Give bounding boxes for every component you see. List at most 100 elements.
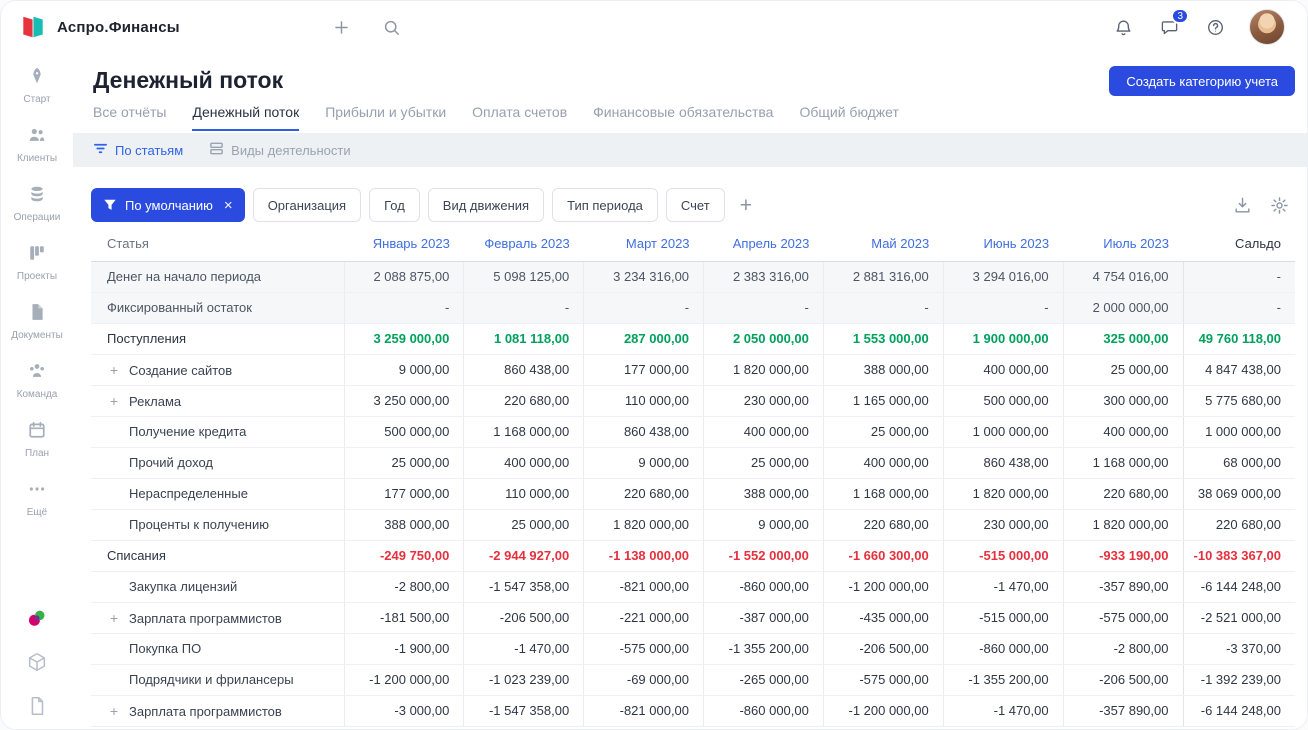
row-label: Покупка ПО: [91, 633, 344, 665]
filter-chip-0[interactable]: Организация: [252, 188, 362, 222]
row-label[interactable]: + Зарплата программистов: [91, 602, 344, 634]
cell-value: 287 000,00: [583, 323, 704, 355]
filter-bar: По умолчанию × Организация Год Вид движени…: [91, 187, 1295, 223]
tab-3[interactable]: Оплата счетов: [472, 104, 567, 131]
row-label: Нераспределенные: [91, 478, 344, 510]
user-avatar[interactable]: [1249, 9, 1285, 45]
row-label: Поступления: [91, 323, 344, 355]
apps-cube-icon[interactable]: [26, 651, 48, 673]
help-icon[interactable]: [1203, 15, 1227, 39]
column-header-month: Май 2023: [823, 233, 944, 262]
cell-value: -1 200 000,00: [822, 571, 944, 603]
cell-value: 2 088 875,00: [343, 261, 464, 293]
expand-plus-icon[interactable]: +: [107, 393, 121, 409]
cell-value: 3 234 316,00: [583, 261, 704, 293]
cell-value: -1 552 000,00: [703, 540, 824, 572]
table-row: Поступления 3 259 000,00 1 081 118,00 287 0…: [91, 323, 1295, 355]
cell-value: 5 098 125,00: [463, 261, 584, 293]
row-label[interactable]: + Создание сайтов: [91, 354, 344, 386]
expand-plus-icon[interactable]: +: [107, 703, 121, 719]
cell-value: -: [703, 292, 824, 324]
partner-logo-icon[interactable]: [26, 607, 48, 629]
cell-value: -206 500,00: [463, 602, 584, 634]
table-row: + Зарплата программистов -3 000,00 -1 547 3…: [91, 695, 1295, 727]
sidebar-item-1[interactable]: Клиенты: [4, 118, 70, 173]
row-label[interactable]: + Реклама: [91, 385, 344, 417]
expand-plus-icon[interactable]: +: [107, 610, 121, 626]
tab-0[interactable]: Все отчёты: [93, 104, 166, 131]
cell-value: 25 000,00: [1062, 354, 1183, 386]
row-label-text: Зарплата программистов: [129, 703, 282, 719]
filter-chip-4[interactable]: Счет: [665, 188, 725, 222]
cell-value: -1 355 200,00: [703, 633, 824, 665]
cash-flow-table: Статья Январь 2023 Февраль 2023 Март 2023 Ап…: [91, 233, 1295, 727]
cell-value: -: [822, 292, 944, 324]
filter-chip-1[interactable]: Год: [369, 188, 420, 222]
create-category-button[interactable]: Создать категорию учета: [1109, 66, 1295, 96]
chat-button[interactable]: 3: [1157, 8, 1189, 39]
sidebar-item-2[interactable]: Операции: [4, 177, 70, 232]
app-logo-icon: [19, 13, 47, 41]
filter-chips: Организация Год Вид движения Тип периода Сче…: [252, 188, 725, 222]
search-icon[interactable]: [380, 15, 404, 39]
cell-value: 1 168 000,00: [1062, 447, 1183, 479]
quick-add-button[interactable]: [330, 15, 354, 39]
cell-value: 300 000,00: [1062, 385, 1183, 417]
add-filter-button[interactable]: +: [733, 195, 759, 216]
cell-value: 388 000,00: [822, 354, 944, 386]
tab-1[interactable]: Денежный поток: [192, 104, 300, 131]
active-filter-chip[interactable]: По умолчанию ×: [91, 188, 245, 222]
page-title: Денежный поток: [93, 67, 284, 93]
table-settings-gear-icon[interactable]: [1270, 196, 1289, 215]
cell-value: -1 138 000,00: [583, 540, 704, 572]
cell-value: 2 383 316,00: [703, 261, 824, 293]
tab-4[interactable]: Финансовые обязательства: [593, 104, 773, 131]
clear-filter-icon[interactable]: ×: [224, 197, 233, 214]
cell-value: -575 000,00: [1062, 602, 1183, 634]
cell-value: -2 800,00: [1062, 633, 1183, 665]
cell-value: 25 000,00: [703, 447, 824, 479]
cell-value: 500 000,00: [942, 385, 1064, 417]
sidebar-item-4[interactable]: Документы: [4, 295, 70, 350]
cell-value: 1 820 000,00: [942, 478, 1064, 510]
notifications-bell-icon[interactable]: [1111, 15, 1135, 39]
sidebar-item-0[interactable]: Старт: [4, 59, 70, 114]
cell-value: 1 820 000,00: [703, 354, 824, 386]
row-label: Денег на начало периода: [91, 261, 344, 293]
row-label[interactable]: + Зарплата программистов: [91, 695, 344, 727]
subtab-0[interactable]: По статьям: [93, 141, 183, 159]
subtab-1[interactable]: Виды деятельности: [209, 141, 351, 159]
column-header-month: Апрель 2023: [703, 233, 824, 262]
tab-5[interactable]: Общий бюджет: [799, 104, 898, 131]
sidebar-item-5[interactable]: Команда: [4, 354, 70, 409]
cell-value: -6 144 248,00: [1182, 695, 1295, 727]
row-label: Прочий доход: [91, 447, 344, 479]
cell-value: -357 890,00: [1062, 571, 1183, 603]
table-row: Списания -249 750,00 -2 944 927,00 -1 138 0…: [91, 540, 1295, 572]
tab-2[interactable]: Прибыли и убытки: [325, 104, 446, 131]
cell-value: 68 000,00: [1182, 447, 1295, 479]
cell-value: -1 547 358,00: [463, 571, 584, 603]
sidebar-item-6[interactable]: План: [4, 413, 70, 468]
cell-value: -575 000,00: [822, 664, 944, 696]
cell-value: 9 000,00: [583, 447, 704, 479]
coins-icon: [28, 185, 46, 208]
expand-plus-icon[interactable]: +: [107, 362, 121, 378]
cell-value: -1 023 239,00: [463, 664, 584, 696]
sidebar-item-7[interactable]: Ещё: [4, 472, 70, 527]
cell-value: -933 190,00: [1062, 540, 1183, 572]
cell-value: 1 900 000,00: [942, 323, 1064, 355]
row-label-text: Подрядчики и фрилансеры: [129, 672, 294, 687]
cell-value: -: [583, 292, 704, 324]
kanban-icon: [28, 244, 46, 267]
cell-value: -821 000,00: [583, 695, 704, 727]
sidebar-item-3[interactable]: Проекты: [4, 236, 70, 291]
filter-chip-3[interactable]: Тип периода: [552, 188, 658, 222]
export-download-icon[interactable]: [1233, 196, 1252, 215]
cell-value: 1 000 000,00: [1182, 416, 1295, 448]
docs-shortcut-icon[interactable]: [26, 695, 48, 717]
filter-chip-2[interactable]: Вид движения: [427, 188, 545, 222]
cell-value: -860 000,00: [703, 695, 824, 727]
cell-value: 3 294 016,00: [942, 261, 1064, 293]
subtab-label: Виды деятельности: [231, 142, 351, 158]
